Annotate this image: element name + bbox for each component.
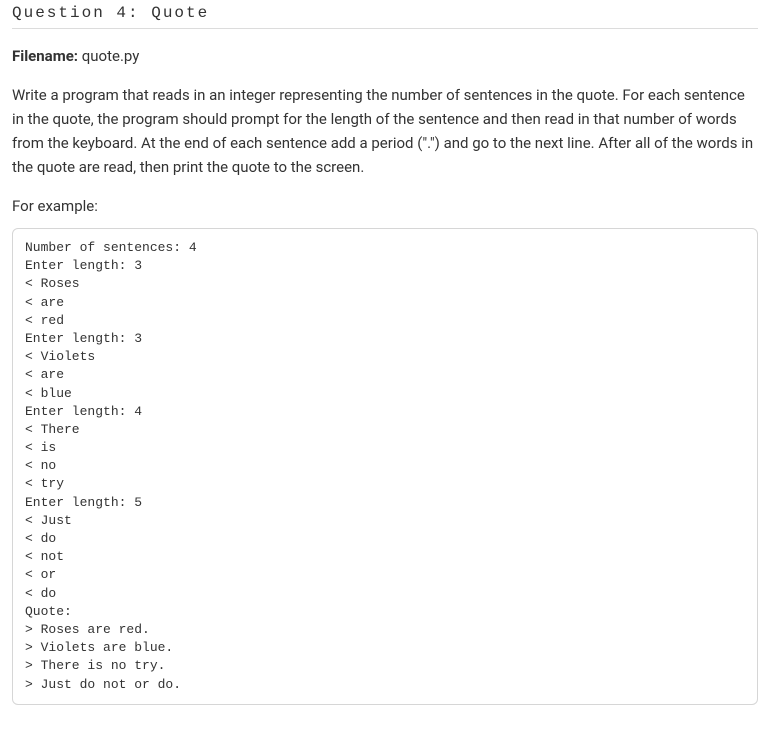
example-label: For example: <box>12 197 758 215</box>
filename-line: Filename: quote.py <box>12 47 758 65</box>
example-output: Number of sentences: 4 Enter length: 3 <… <box>12 228 758 705</box>
filename-label: Filename: <box>12 47 78 65</box>
question-document: Question 4: Quote Filename: quote.py Wri… <box>0 0 770 730</box>
filename-value: quote.py <box>82 47 140 65</box>
question-title: Question 4: Quote <box>12 4 758 29</box>
question-description: Write a program that reads in an integer… <box>12 83 758 179</box>
